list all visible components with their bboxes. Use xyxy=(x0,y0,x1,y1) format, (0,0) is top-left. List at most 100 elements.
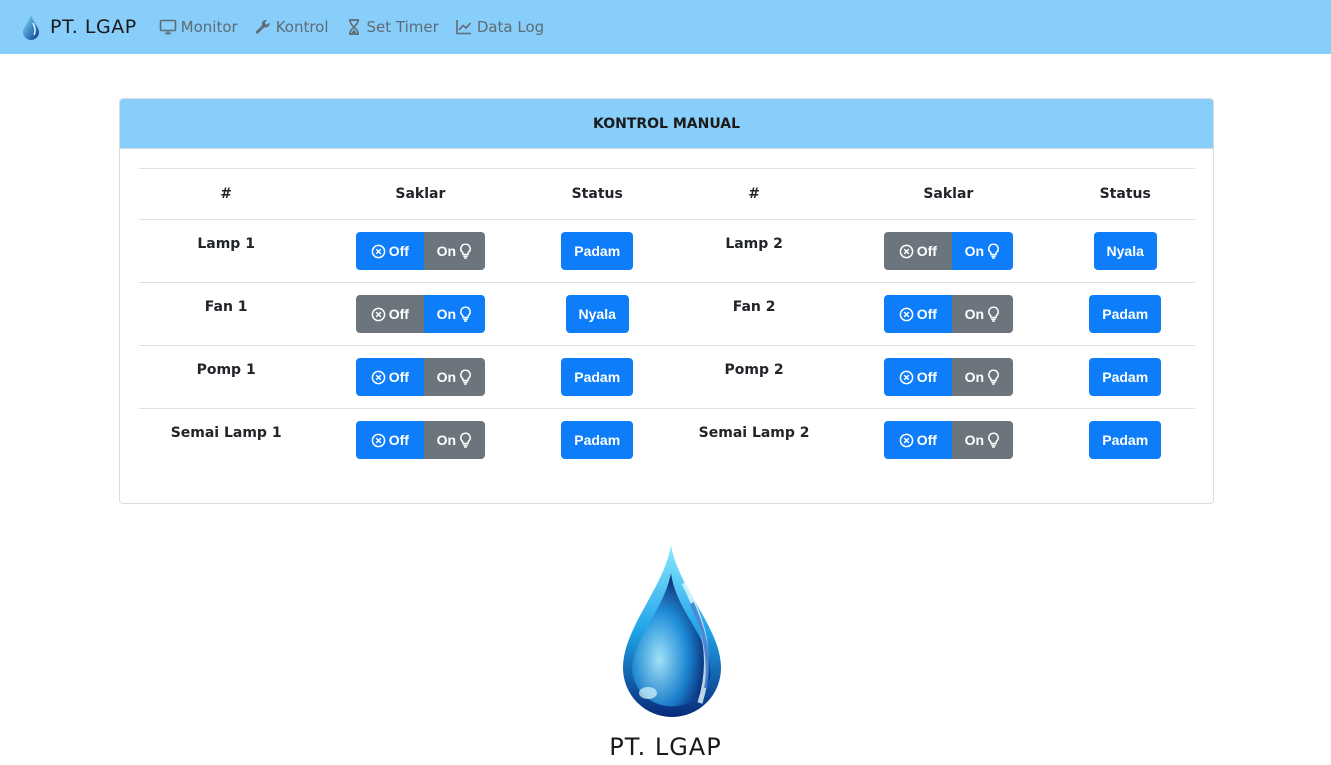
device-name-cell: Pomp 2 xyxy=(666,345,842,409)
off-button[interactable]: Off xyxy=(883,358,952,396)
nav-kontrol-label: Kontrol xyxy=(275,18,329,36)
lightbulb-icon xyxy=(988,369,999,385)
switch-cell: Off On xyxy=(313,409,527,472)
on-off-switch: Off On xyxy=(883,295,1013,333)
nav-monitor-label: Monitor xyxy=(180,18,238,36)
on-button[interactable]: On xyxy=(423,358,485,396)
device-name-cell: Pomp 1 xyxy=(139,345,314,409)
on-label: On xyxy=(964,306,985,322)
status-cell: Nyala xyxy=(527,282,667,346)
off-button[interactable]: Off xyxy=(883,421,952,459)
on-label: On xyxy=(436,306,457,322)
company-logo xyxy=(623,545,721,717)
table-row: Pomp 1 Off On Padam Pomp 2 Off On Padam xyxy=(139,345,1195,409)
lightbulb-icon xyxy=(988,432,999,448)
device-name-cell: Lamp 1 xyxy=(139,219,314,283)
status-badge[interactable]: Padam xyxy=(1089,358,1162,396)
off-button[interactable]: Off xyxy=(883,232,952,270)
device-name-cell: Fan 2 xyxy=(666,282,842,346)
on-button[interactable]: On xyxy=(423,295,485,333)
device-name: Lamp 1 xyxy=(197,236,255,252)
nav-set-timer[interactable]: Set Timer xyxy=(345,18,439,36)
monitor-icon xyxy=(159,19,176,35)
water-drop-icon xyxy=(23,15,39,40)
lightbulb-icon xyxy=(460,369,471,385)
table-header-row: # Saklar Status # Saklar Status xyxy=(139,168,1195,220)
status-badge[interactable]: Padam xyxy=(1089,295,1162,333)
off-button[interactable]: Off xyxy=(355,232,424,270)
card-title: KONTROL MANUAL xyxy=(120,99,1213,149)
on-button[interactable]: On xyxy=(951,232,1013,270)
switch-cell: Off On xyxy=(841,409,1055,472)
nav-kontrol[interactable]: Kontrol xyxy=(254,18,329,36)
status-badge[interactable]: Padam xyxy=(561,421,634,459)
off-button[interactable]: Off xyxy=(883,295,952,333)
on-off-switch: Off On xyxy=(883,232,1013,270)
on-off-switch: Off On xyxy=(355,421,485,459)
manual-control-card: KONTROL MANUAL # Saklar Status # Saklar … xyxy=(119,98,1214,504)
table-row: Semai Lamp 1 Off On Padam Semai Lamp 2 O… xyxy=(139,409,1195,472)
switch-cell: Off On xyxy=(841,345,1056,409)
on-off-switch: Off On xyxy=(355,295,485,333)
x-circle-icon xyxy=(899,370,914,384)
header-index-left: # xyxy=(139,168,314,220)
on-button[interactable]: On xyxy=(423,232,485,270)
device-name-cell: Semai Lamp 1 xyxy=(139,409,313,472)
on-label: On xyxy=(964,432,985,448)
status-cell: Nyala xyxy=(1055,219,1195,283)
off-button[interactable]: Off xyxy=(355,421,424,459)
x-circle-icon xyxy=(899,433,914,447)
off-button[interactable]: Off xyxy=(355,295,424,333)
chart-line-icon xyxy=(456,20,471,35)
lightbulb-icon xyxy=(460,243,471,259)
lightbulb-icon xyxy=(460,432,471,448)
on-button[interactable]: On xyxy=(423,421,485,459)
switch-cell: Off On xyxy=(313,219,528,283)
switch-cell: Off On xyxy=(313,282,528,346)
table-row: Fan 1 Off On Nyala Fan 2 Off On Padam xyxy=(139,282,1195,346)
on-off-switch: Off On xyxy=(883,358,1013,396)
status-badge[interactable]: Padam xyxy=(561,232,634,270)
on-label: On xyxy=(436,369,457,385)
on-button[interactable]: On xyxy=(951,295,1013,333)
device-name-cell: Lamp 2 xyxy=(666,219,842,283)
off-label: Off xyxy=(916,243,937,259)
status-badge[interactable]: Nyala xyxy=(565,295,629,333)
off-label: Off xyxy=(388,306,409,322)
x-circle-icon xyxy=(371,370,386,384)
status-cell: Padam xyxy=(527,409,667,472)
on-label: On xyxy=(964,243,985,259)
on-button[interactable]: On xyxy=(951,358,1013,396)
nav-monitor[interactable]: Monitor xyxy=(159,18,238,36)
on-label: On xyxy=(964,369,985,385)
device-name: Fan 2 xyxy=(732,299,776,315)
nav-set-timer-label: Set Timer xyxy=(366,18,439,36)
status-badge[interactable]: Nyala xyxy=(1093,232,1157,270)
off-button[interactable]: Off xyxy=(355,358,424,396)
off-label: Off xyxy=(916,369,937,385)
device-name-cell: Fan 1 xyxy=(139,282,314,346)
switch-cell: Off On xyxy=(313,345,528,409)
logo-caption: PT. LGAP xyxy=(609,733,722,761)
off-label: Off xyxy=(388,369,409,385)
off-label: Off xyxy=(916,432,937,448)
nav-data-log[interactable]: Data Log xyxy=(455,18,544,36)
x-circle-icon xyxy=(371,433,386,447)
on-off-switch: Off On xyxy=(355,232,485,270)
on-off-switch: Off On xyxy=(883,421,1013,459)
header-switch-left: Saklar xyxy=(313,168,528,220)
status-badge[interactable]: Padam xyxy=(561,358,634,396)
status-badge[interactable]: Padam xyxy=(1089,421,1162,459)
on-button[interactable]: On xyxy=(951,421,1013,459)
status-cell: Padam xyxy=(527,345,667,409)
x-circle-icon xyxy=(371,244,386,258)
switch-cell: Off On xyxy=(841,219,1056,283)
lightbulb-icon xyxy=(988,243,999,259)
device-name-cell: Semai Lamp 2 xyxy=(667,409,841,472)
status-cell: Padam xyxy=(527,219,667,283)
on-label: On xyxy=(436,432,457,448)
on-label: On xyxy=(436,243,457,259)
device-name: Lamp 2 xyxy=(725,236,783,252)
brand-link[interactable]: PT. LGAP xyxy=(22,14,137,40)
nav-data-log-label: Data Log xyxy=(476,18,545,36)
